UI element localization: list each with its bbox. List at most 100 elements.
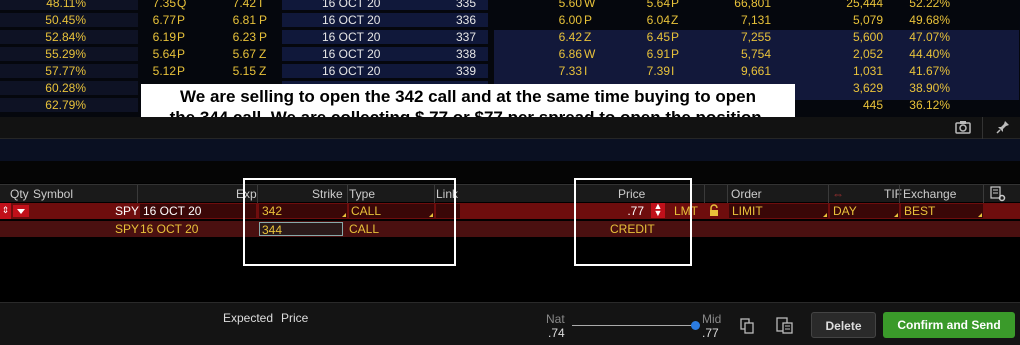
- chain-row[interactable]: 50.45% 6.77 P 6.81 P 16 OCT 20 336 6.00 P 6.04 Z 7,…: [0, 11, 1020, 28]
- mid-label: Mid: [702, 312, 722, 326]
- expected-label: Expected: [223, 311, 274, 325]
- chevron-down-icon[interactable]: [13, 205, 29, 217]
- chain-cell-bid2: 6.86: [558, 47, 582, 61]
- chain-cell-strike: 338: [455, 47, 476, 61]
- price-highlight-box: [574, 178, 692, 266]
- order-type[interactable]: LIMIT: [729, 204, 828, 218]
- order-leg-row[interactable]: SPY 16 OCT 20 344 CALL CREDIT: [0, 221, 1020, 237]
- chain-cell-pct: 62.79%: [0, 98, 138, 112]
- chain-cell-vol: 5,754: [740, 47, 771, 61]
- chain-cell-ask2: 7.39: [646, 64, 670, 78]
- chain-cell-bid: 6.77: [152, 13, 176, 27]
- chain-cell-bid2: 5.60: [558, 0, 582, 10]
- chain-cell-ax2: I: [671, 64, 675, 78]
- order-entry-toolbar: [0, 117, 1020, 139]
- mid-value: .77: [702, 326, 719, 340]
- chain-cell-ask2: 6.04: [646, 13, 670, 27]
- camera-icon[interactable]: [952, 120, 974, 136]
- header-order: Order: [731, 187, 762, 201]
- chain-cell-bid2: 7.33: [558, 64, 582, 78]
- chain-row[interactable]: 48.11% 7.35 Q 7.42 I 16 OCT 20 335 5.60 W 5.64 P 66…: [0, 0, 1020, 11]
- save-template-icon[interactable]: [776, 316, 794, 337]
- header-exchange: Exchange: [903, 187, 957, 201]
- chain-cell-ask2: 5.64: [646, 0, 670, 10]
- chain-cell-bx: P: [177, 64, 186, 78]
- chain-cell-prob: 36.12%: [909, 98, 950, 112]
- chain-cell-ask: 5.67: [232, 47, 256, 61]
- chain-cell-ax2: P: [671, 47, 680, 61]
- chain-cell-oi: 2,052: [852, 47, 883, 61]
- chain-cell-bid: 5.12: [152, 64, 176, 78]
- nat-value: .74: [548, 326, 565, 340]
- chain-cell-bx2: I: [584, 64, 588, 78]
- chain-row[interactable]: 52.84% 6.19 P 6.23 P 16 OCT 20 337 6.42 Z 6.45 P 7,…: [0, 28, 1020, 45]
- chain-cell-vol: 7,255: [740, 30, 771, 44]
- chain-cell-pct: 52.84%: [0, 30, 138, 44]
- price-slider-handle[interactable]: [691, 321, 700, 330]
- chain-cell-bx2: W: [584, 47, 596, 61]
- chain-cell-prob: 52.22%: [909, 0, 950, 10]
- lock-icon[interactable]: [708, 204, 720, 218]
- chain-cell-oi: 5,600: [852, 30, 883, 44]
- chain-cell-oi: 5,079: [852, 13, 883, 27]
- chain-cell-vol: 9,661: [740, 64, 771, 78]
- chain-cell-vol: 66,801: [734, 0, 771, 10]
- chain-cell-ask: 6.23: [232, 30, 256, 44]
- confirm-and-send-button[interactable]: Confirm and Send: [883, 312, 1015, 338]
- delete-button[interactable]: Delete: [811, 312, 876, 338]
- leg-expiration: 16 OCT 20: [140, 222, 199, 236]
- chain-cell-bx: P: [177, 13, 186, 27]
- callout-line-1: We are selling to open the 342 call and …: [180, 87, 756, 106]
- nat-label: Nat: [546, 312, 565, 326]
- price-label: Price: [281, 311, 309, 325]
- chain-row[interactable]: 57.77% 5.12 P 5.15 Z 16 OCT 20 339 7.33 I 7.39 I 9,…: [0, 62, 1020, 79]
- order-leg-row[interactable]: ⇕ SPY 16 OCT 20 342 CALL .77 ▲ ▼ LMT LIMI…: [0, 202, 1020, 219]
- copy-icon[interactable]: [740, 318, 754, 337]
- chain-cell-pct: 50.45%: [0, 13, 138, 27]
- chain-cell-strike: 339: [455, 64, 476, 78]
- chain-cell-pct: 57.77%: [0, 64, 138, 78]
- chain-cell-bx2: W: [584, 0, 596, 10]
- leg-expiration[interactable]: 16 OCT 20: [140, 204, 256, 218]
- chain-cell-oi: 25,444: [846, 0, 883, 10]
- chain-cell-ask: 6.81: [232, 13, 256, 27]
- chain-cell-bx: Q: [177, 0, 187, 10]
- chain-cell-ax: I: [259, 0, 263, 10]
- chain-cell-pct: 60.28%: [0, 81, 138, 95]
- price-slider-track[interactable]: [572, 325, 696, 326]
- chain-cell-bid: 7.35: [152, 0, 176, 10]
- chain-cell-bid2: 6.42: [558, 30, 582, 44]
- chain-cell-vol: 7,131: [740, 13, 771, 27]
- chain-cell-prob: 41.67%: [909, 64, 950, 78]
- chain-cell-pct: 55.29%: [0, 47, 138, 61]
- chain-cell-ax2: P: [671, 0, 680, 10]
- pin-icon[interactable]: [992, 120, 1014, 136]
- chain-cell-bid: 5.64: [152, 47, 176, 61]
- qty-stepper[interactable]: ⇕: [0, 203, 11, 219]
- strike-type-highlight-box: [243, 178, 456, 266]
- chain-cell-bx: P: [177, 47, 186, 61]
- chain-cell-prob: 38.90%: [909, 81, 950, 95]
- chain-cell-ax: Z: [259, 64, 267, 78]
- chain-cell-bx2: P: [584, 13, 593, 27]
- order-band-blue: [0, 139, 1020, 161]
- chain-cell-ax2: Z: [671, 13, 679, 27]
- exchange[interactable]: BEST: [901, 204, 983, 218]
- chain-cell-ax: P: [259, 13, 268, 27]
- order-grid-header: Qty Symbol Exp Strike Type Link Price Or…: [0, 184, 1020, 203]
- chain-cell-bid2: 6.00: [558, 13, 582, 27]
- chain-cell-pct: 48.11%: [0, 0, 138, 10]
- chain-cell-prob: 47.07%: [909, 30, 950, 44]
- chain-cell-bid: 6.19: [152, 30, 176, 44]
- chain-cell-prob: 49.68%: [909, 13, 950, 27]
- chain-row[interactable]: 55.29% 5.64 P 5.67 Z 16 OCT 20 338 6.86 W 6.91 P 5,…: [0, 45, 1020, 62]
- time-in-force[interactable]: DAY: [830, 204, 899, 218]
- sort-arrows-icon[interactable]: ⇔: [832, 187, 844, 201]
- chain-cell-ask: 5.15: [232, 64, 256, 78]
- leg-symbol: SPY: [115, 222, 140, 236]
- chain-cell-oi: 1,031: [852, 64, 883, 78]
- chain-cell-ax: P: [259, 30, 268, 44]
- chain-cell-ax2: P: [671, 30, 680, 44]
- chain-cell-ask2: 6.91: [646, 47, 670, 61]
- chain-cell-strike: 336: [455, 13, 476, 27]
